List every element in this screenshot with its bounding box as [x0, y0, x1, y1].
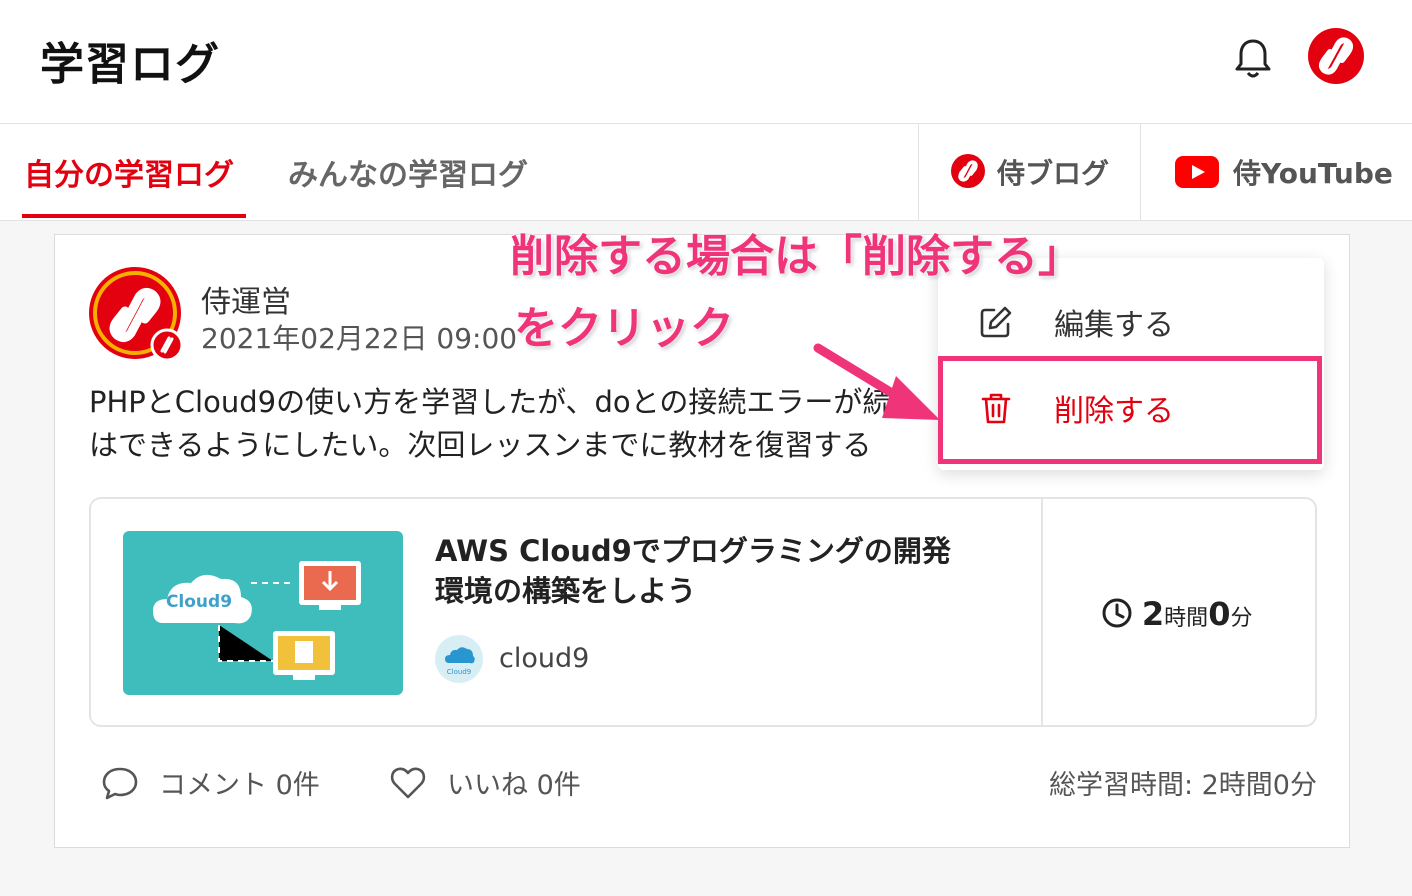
lesson-card[interactable]: Cloud9 AWS Cloud9でプログラミングの開発 環境の構築をしよう C… [89, 497, 1317, 727]
comment-count: コメント 0件 [159, 770, 320, 801]
like-count: いいね 0件 [447, 770, 581, 801]
annotation-arrow-icon [813, 343, 940, 420]
youtube-icon [1175, 156, 1219, 188]
lesson-thumbnail-logo: Cloud9 [166, 592, 232, 612]
lesson-title[interactable]: AWS Cloud9でプログラミングの開発 環境の構築をしよう [435, 531, 1015, 611]
edit-menu-item[interactable]: 編集する [938, 278, 1324, 366]
author-avatar[interactable] [89, 267, 185, 363]
edit-menu-label: 編集する [1054, 308, 1174, 343]
lesson-thumbnail: Cloud9 [123, 531, 403, 695]
active-tab-indicator [22, 214, 246, 218]
comment-icon [102, 767, 138, 800]
lesson-title-line: 環境の構築をしよう [435, 574, 697, 608]
lesson-divider [1041, 499, 1043, 725]
annotation-text: 削除する場合は「削除する」 [510, 231, 1082, 282]
post-date: 2021年02月22日 09:00 [201, 322, 518, 355]
page-title: 学習ログ [40, 39, 220, 90]
samurai-youtube-label: 侍YouTube [1233, 157, 1393, 190]
annotation-text: をクリック [514, 303, 734, 354]
heart-icon [390, 767, 426, 799]
delete-highlight-box [938, 356, 1322, 464]
edit-icon [980, 306, 1012, 338]
samurai-logo-icon[interactable] [1308, 28, 1364, 84]
like-button[interactable]: いいね 0件 [389, 763, 581, 802]
cloud9-badge-label: Cloud9 [447, 668, 471, 676]
duration-minutes: 0 [1208, 595, 1231, 633]
duration-hours-unit: 時間 [1164, 606, 1209, 631]
lesson-category: cloud9 [499, 643, 590, 674]
lesson-duration: 2時間0分 [1101, 595, 1252, 633]
author-name[interactable]: 侍運営 [201, 277, 291, 321]
duration-minutes-unit: 分 [1230, 606, 1253, 631]
lesson-title-line: AWS Cloud9でプログラミングの開発 [435, 534, 951, 568]
post-body-line: はできるようにしたい。次回レッスンまでに教材を復習する [89, 428, 872, 462]
duration-hours: 2 [1141, 595, 1165, 633]
cloud9-badge-icon: Cloud9 [435, 635, 483, 683]
total-study-time: 総学習時間: 2時間0分 [1048, 770, 1317, 801]
clock-icon [1102, 598, 1132, 628]
tab-everyone-logs[interactable]: みんなの学習ログ [288, 150, 528, 194]
post-footer: コメント 0件 いいね 0件 総学習時間: 2時間0分 [101, 763, 1317, 803]
samurai-youtube-link[interactable]: 侍YouTube [1140, 124, 1412, 220]
tab-my-logs[interactable]: 自分の学習ログ [24, 150, 234, 194]
bell-icon[interactable] [1232, 36, 1274, 80]
samurai-blog-link[interactable]: 侍ブログ [918, 124, 1140, 220]
samurai-logo-icon [951, 154, 985, 188]
samurai-blog-label: 侍ブログ [997, 157, 1110, 190]
app-header: 学習ログ [0, 0, 1412, 124]
comment-button[interactable]: コメント 0件 [101, 763, 320, 802]
tab-bar: 自分の学習ログ みんなの学習ログ 侍ブログ 侍YouTube [0, 124, 1412, 221]
